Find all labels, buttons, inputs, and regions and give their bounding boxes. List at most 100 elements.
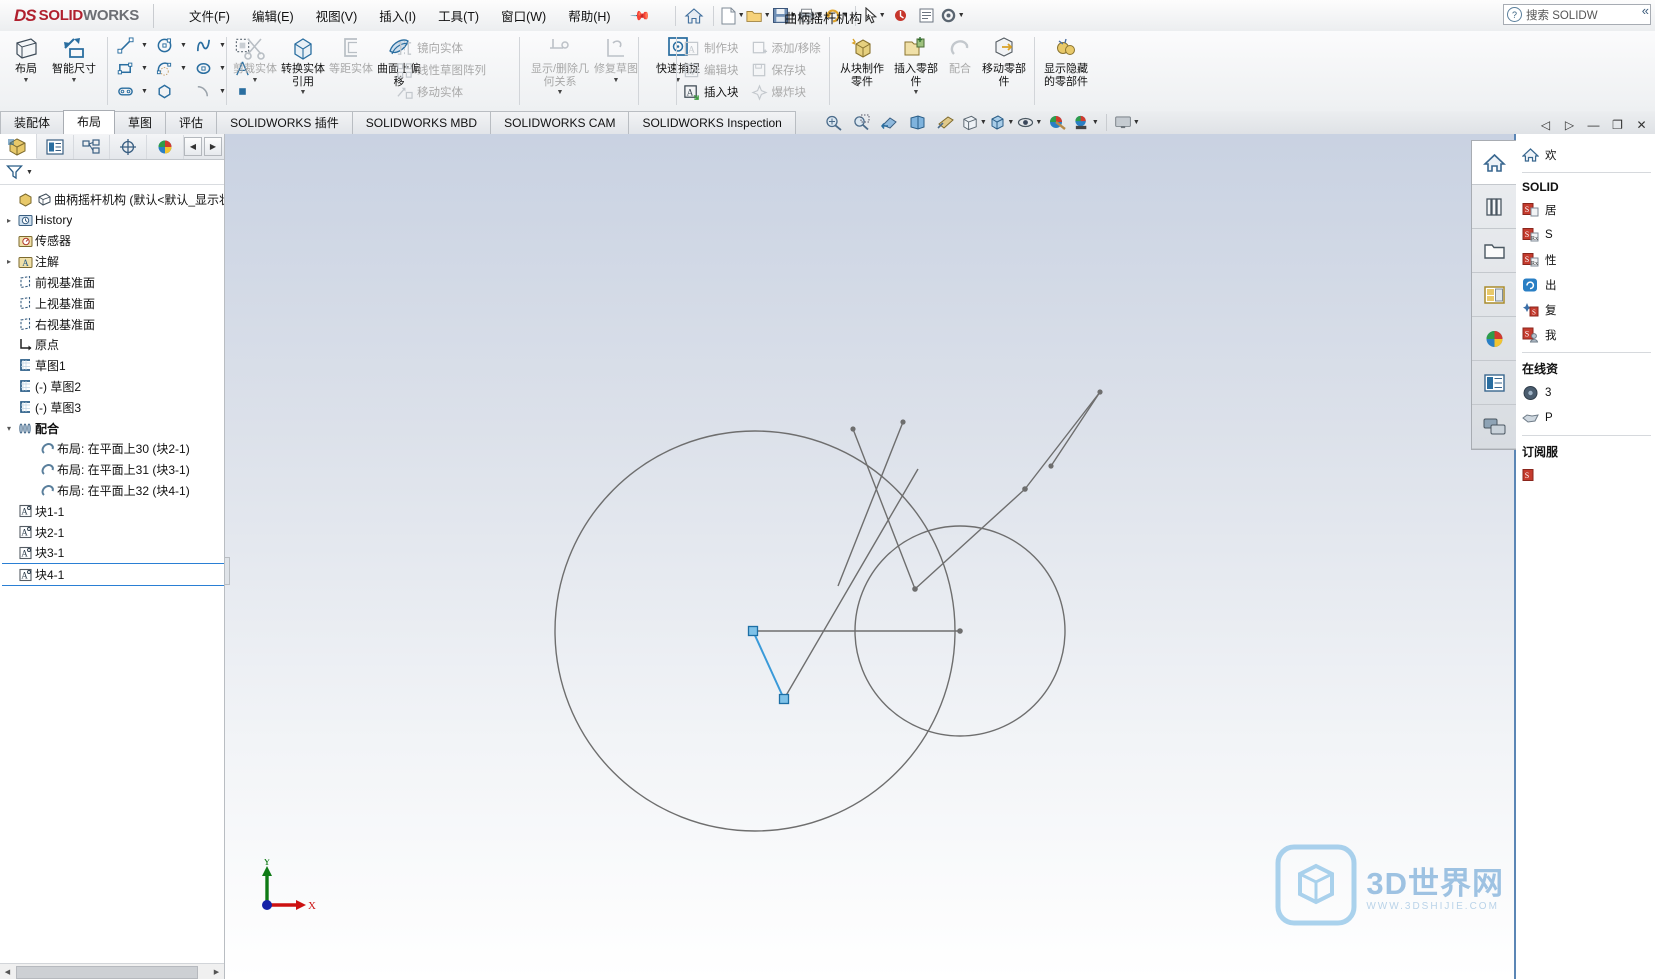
ribbon-display-delete-relations[interactable]: 显示/删除几何关系 ▼ [528,31,592,96]
options-gear-icon[interactable]: ▼ [940,4,965,27]
chevron-down-icon[interactable]: ▼ [790,12,797,19]
apply-scene-icon[interactable]: ▼ [1017,112,1043,133]
search-input[interactable]: 搜索 SOLIDW [1526,7,1598,23]
scroll-right-arrow[interactable]: ▶ [209,965,224,978]
ribbon-make-part-from-block[interactable]: 从块制作零件 [834,31,890,88]
tree-item-block3-1[interactable]: A 块3-1 [2,543,224,564]
save-icon[interactable]: ▼ [772,4,797,27]
minimize-window-button[interactable]: — [1586,118,1601,132]
select-icon[interactable]: ▼ [862,4,887,27]
task-pane-online-1[interactable]: 3 [1522,380,1655,405]
ribbon-mate[interactable]: 配合 [942,31,978,76]
task-pane-resources-tab[interactable] [1472,141,1516,185]
task-pane-design-library-tab[interactable] [1472,185,1516,229]
zoom-to-area-icon[interactable] [849,112,875,133]
ribbon-explode-block[interactable]: 爆炸块 [749,81,823,103]
home-icon[interactable] [682,4,707,27]
edit-appearance-icon[interactable] [1045,112,1071,133]
tab-sketch[interactable]: 草图 [114,111,167,134]
ribbon-add-remove[interactable]: 添加/移除 [749,37,823,59]
tree-item-mates-folder[interactable]: ▾ 配合 [2,418,224,439]
tree-item-block4-1[interactable]: A 块4-1 [2,563,224,587]
ribbon-insert-block[interactable]: A 插入块 [681,81,741,103]
tree-item-mate-32[interactable]: 布局: 在平面上32 (块4-1) [2,480,224,501]
chevron-down-icon[interactable]: ▼ [879,12,886,19]
menu-edit[interactable]: 编辑(E) [241,2,305,29]
chevron-down-icon[interactable]: ▼ [140,42,149,49]
menu-tools[interactable]: 工具(T) [427,2,490,29]
tree-expander[interactable]: ▸ [2,257,16,266]
tree-expander[interactable]: ▾ [2,424,16,433]
ribbon-move-entities[interactable]: 移动实体 [394,81,465,103]
feature-manager-prev-button[interactable]: ◀ [184,137,202,156]
ribbon-show-hidden-components[interactable]: 显示隐藏的零部件 [1040,31,1092,88]
menu-insert[interactable]: 插入(I) [368,2,427,29]
task-pane-custom-properties-tab[interactable] [1472,361,1516,405]
tab-layout[interactable]: 布局 [63,110,116,134]
sketch-fillet[interactable] [190,80,216,102]
tree-item-top-plane[interactable]: 上视基准面 [2,293,224,314]
task-pane-link-3[interactable]: S Rx 性 [1522,247,1655,272]
menu-file[interactable]: 文件(F) [178,2,241,29]
dimxpert-manager-tab[interactable] [110,134,148,159]
pin-icon[interactable]: 📌 [628,4,651,27]
ribbon-repair-sketch[interactable]: 修复草图 ▼ [592,31,640,84]
chevron-down-icon[interactable]: ▼ [958,12,965,19]
print-icon[interactable]: ▼ [798,4,823,27]
tree-item-block2-1[interactable]: A 块2-1 [2,522,224,543]
restore-left-icon[interactable]: ◁ [1538,118,1553,132]
task-pane-view-palette-tab[interactable] [1472,273,1516,317]
tab-sw-mbd[interactable]: SOLIDWORKS MBD [351,111,492,134]
drawing-icon[interactable] [914,4,939,27]
scroll-left-arrow[interactable]: ◀ [0,965,15,978]
chevron-down-icon[interactable]: ▼ [140,88,149,95]
chevron-down-icon[interactable]: ▼ [179,42,188,49]
feature-manager-next-button[interactable]: ▶ [204,137,222,156]
chevron-down-icon[interactable]: ▼ [179,65,188,72]
sketch-slot[interactable] [151,57,177,79]
section-view-icon[interactable] [905,112,931,133]
property-manager-tab[interactable] [37,134,74,159]
feature-tree-horizontal-scrollbar[interactable]: ◀ ▶ [0,963,224,979]
chevron-down-icon[interactable]: ▼ [764,12,771,19]
ribbon-insert-components[interactable]: 插入零部件 ▼ [890,31,942,96]
sketch-ellipse[interactable] [190,57,216,79]
chevron-down-icon[interactable]: ▼ [1035,119,1042,126]
open-document-icon[interactable]: ▼ [746,4,771,27]
ribbon-save-block[interactable]: 保存块 [749,59,823,81]
view-orientation-icon[interactable] [933,112,959,133]
collapse-ribbon-icon[interactable]: « [1642,3,1649,18]
chevron-down-icon[interactable]: ▼ [26,169,33,176]
sketch-canvas[interactable] [225,134,1516,979]
task-pane-link-4[interactable]: 出 [1522,272,1655,297]
filter-icon[interactable] [6,164,23,180]
task-pane-subscription-row[interactable]: S [1522,463,1655,488]
tab-sw-cam[interactable]: SOLIDWORKS CAM [490,111,630,134]
tree-item-sketch1[interactable]: 草图1 [2,355,224,376]
configuration-manager-tab[interactable] [74,134,111,159]
tree-item-origin[interactable]: 原点 [2,335,224,356]
sketch-straight-slot[interactable] [112,80,138,102]
sketch-circle[interactable] [151,34,177,56]
tree-item-mate-30[interactable]: 布局: 在平面上30 (块2-1) [2,439,224,460]
menu-help[interactable]: 帮助(H) [557,2,621,29]
task-pane-file-explorer-tab[interactable] [1472,229,1516,273]
chevron-down-icon[interactable]: ▼ [613,77,620,84]
ribbon-move-component[interactable]: 移动零部件 [978,31,1030,88]
tree-item-assembly-root[interactable]: 曲柄摇杆机构 (默认<默认_显示状态 [2,189,224,210]
menu-window[interactable]: 窗口(W) [490,2,557,29]
zoom-to-fit-icon[interactable] [821,112,847,133]
ribbon-smart-dimension[interactable]: 智能尺寸 ▼ [50,31,98,84]
graphics-area[interactable]: Y X 3D世界网 WWW.3DSHIJIE.COM [225,134,1516,979]
tree-expander[interactable]: ▸ [2,216,16,225]
sketch-rectangle[interactable] [112,57,138,79]
task-pane-link-5[interactable]: S 复 [1522,297,1655,322]
tree-item-history[interactable]: ▸ History [2,210,224,231]
task-pane-welcome-row[interactable]: 欢 [1522,142,1655,167]
tree-item-sketch2[interactable]: (-) 草图2 [2,376,224,397]
previous-view-icon[interactable] [877,112,903,133]
task-pane-appearances-tab[interactable] [1472,317,1516,361]
feature-manager-tab[interactable] [0,134,37,159]
chevron-down-icon[interactable]: ▼ [300,89,307,96]
chevron-down-icon[interactable]: ▼ [1092,119,1099,126]
